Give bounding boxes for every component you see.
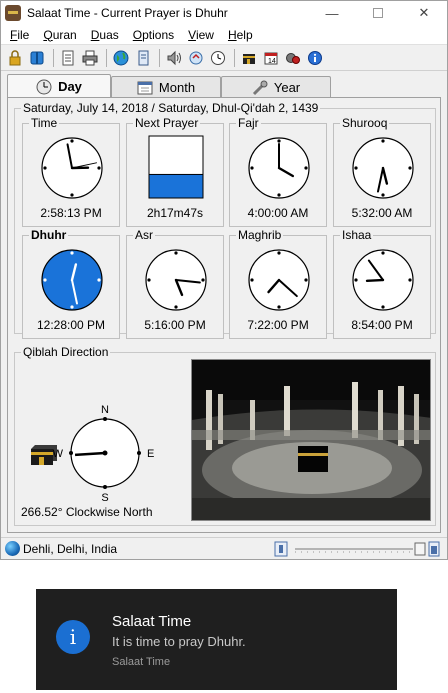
lock-icon[interactable]	[5, 48, 25, 68]
app-window: Salaat Time - Current Prayer is Dhuhr — …	[0, 0, 448, 560]
clock-time: 2:58:13 PM	[40, 206, 102, 220]
clock-time: 2h17m47s	[146, 206, 204, 220]
compass-east: E	[147, 448, 154, 460]
toolbar: 14	[1, 45, 447, 71]
clock-box-fajr: Fajr 4:00:00 AM	[229, 116, 327, 227]
date-group: Saturday, July 14, 2018 / Saturday, Dhul…	[14, 101, 436, 339]
month-calendar-icon	[137, 80, 153, 96]
maximize-button[interactable]	[355, 1, 401, 25]
clock-time: 7:22:00 PM	[247, 318, 309, 332]
menu-duas[interactable]: Duas	[84, 28, 126, 42]
clock-label: Time	[29, 116, 60, 130]
menu-bar: File Quran Duas Options View Help	[1, 25, 447, 45]
clock-face	[248, 137, 310, 199]
book-icon[interactable]	[27, 48, 47, 68]
clock-box-time: Time 2:58:13 PM	[22, 116, 120, 227]
qiblah-compass: N E S W	[31, 404, 154, 504]
volume-slider[interactable]	[273, 540, 443, 558]
clock-box-asr: Asr 5:16:00 PM	[126, 228, 224, 339]
close-button[interactable]: ✕	[401, 1, 447, 25]
tab-year[interactable]: Year	[221, 76, 331, 98]
minimize-button[interactable]: —	[309, 1, 355, 25]
clock-time: 4:00:00 AM	[247, 206, 309, 220]
hour-hand	[365, 278, 385, 283]
svg-text:14: 14	[268, 58, 276, 65]
notification-source: Salaat Time	[112, 656, 171, 668]
clock-face	[145, 249, 207, 311]
calendar-icon[interactable]: 14	[261, 48, 281, 68]
clock-face	[41, 137, 103, 199]
qiblah-degrees: 266.52° Clockwise North	[21, 505, 153, 519]
qiblah-group: Qiblah Direction N E S W 266.52° Clockwi…	[14, 345, 436, 526]
clock-box-dhuhr: Dhuhr 12:28:00 PM	[22, 228, 120, 339]
clock-label: Shurooq	[340, 116, 390, 130]
notification-body: It is time to pray Dhuhr.	[112, 634, 246, 649]
clock-face	[352, 249, 414, 311]
clock-icon[interactable]	[208, 48, 228, 68]
clock-label: Ishaa	[340, 228, 374, 242]
info-icon[interactable]	[305, 48, 325, 68]
compass-north: N	[101, 404, 109, 416]
notes-icon[interactable]	[58, 48, 78, 68]
date-line: Saturday, July 14, 2018 / Saturday, Dhul…	[21, 101, 321, 115]
globe-icon	[5, 541, 20, 556]
clock-face	[41, 249, 103, 311]
window-title: Salaat Time - Current Prayer is Dhuhr	[27, 6, 228, 20]
clock-label: Maghrib	[236, 228, 284, 242]
toast-notification[interactable]: i Salaat Time It is time to pray Dhuhr. …	[36, 589, 397, 690]
clock-face	[248, 249, 310, 311]
menu-help[interactable]: Help	[221, 28, 260, 42]
kaaba-app-icon	[5, 5, 21, 21]
next-prayer-progress	[148, 135, 204, 199]
info-icon: i	[56, 620, 90, 654]
progress-fill	[148, 173, 204, 199]
tab-month[interactable]: Month	[111, 76, 221, 98]
title-bar: Salaat Time - Current Prayer is Dhuhr — …	[1, 1, 447, 25]
clock-box-shurooq: Shurooq 5:32:00 AM	[333, 116, 431, 227]
notification-title: Salaat Time	[112, 613, 192, 630]
document-icon[interactable]	[133, 48, 153, 68]
clock-time: 5:32:00 AM	[351, 206, 413, 220]
kaaba-photo	[191, 359, 431, 521]
clock-time: 8:54:00 PM	[351, 318, 413, 332]
sync-icon[interactable]	[186, 48, 206, 68]
clock-time: 5:16:00 PM	[144, 318, 206, 332]
clock-box-ishaa: Ishaa 8:54:00 PM	[333, 228, 431, 339]
qiblah-label: Qiblah Direction	[21, 345, 111, 359]
clock-box-next-prayer: Next Prayer 2h17m47s	[126, 116, 224, 227]
menu-options[interactable]: Options	[126, 28, 181, 42]
tab-day[interactable]: Day	[7, 74, 111, 98]
printer-icon[interactable]	[80, 48, 100, 68]
view-tabs: Day Month Year	[7, 74, 331, 98]
compass-south: S	[101, 492, 108, 504]
settings-icon[interactable]	[283, 48, 303, 68]
menu-quran[interactable]: Quran	[36, 28, 83, 42]
clock-label: Dhuhr	[29, 228, 69, 242]
year-tools-icon	[252, 80, 268, 96]
kaaba-icon[interactable]	[239, 48, 259, 68]
clock-label: Next Prayer	[133, 116, 201, 130]
menu-file[interactable]: File	[3, 28, 36, 42]
day-panel: Saturday, July 14, 2018 / Saturday, Dhul…	[7, 97, 441, 533]
menu-view[interactable]: View	[181, 28, 221, 42]
clock-label: Fajr	[236, 116, 261, 130]
clock-time: 12:28:00 PM	[36, 318, 106, 332]
clock-face	[352, 137, 414, 199]
clock-label: Asr	[133, 228, 155, 242]
globe-icon[interactable]	[111, 48, 131, 68]
speaker-icon[interactable]	[164, 48, 184, 68]
clock-box-maghrib: Maghrib 7:22:00 PM	[229, 228, 327, 339]
status-location: Dehli, Delhi, India	[23, 541, 118, 556]
day-clock-icon	[36, 79, 52, 95]
status-bar: Dehli, Delhi, India	[1, 537, 447, 559]
compass-west: W	[53, 448, 64, 460]
